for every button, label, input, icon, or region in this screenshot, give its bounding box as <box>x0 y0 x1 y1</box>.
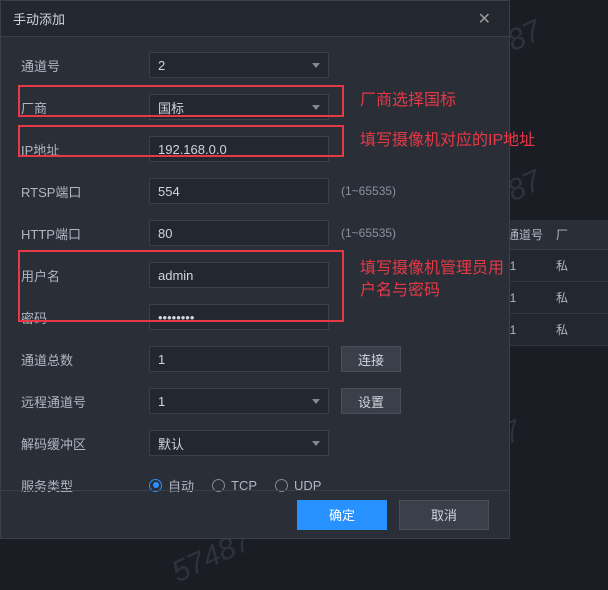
row-http: HTTP端口 (1~65535) <box>21 219 489 247</box>
select-decode-value: 默认 <box>158 434 184 453</box>
label-ip: IP地址 <box>21 140 149 159</box>
input-pass[interactable] <box>149 304 329 330</box>
input-ip[interactable] <box>149 136 329 162</box>
input-rtsp[interactable] <box>149 178 329 204</box>
cancel-button[interactable]: 取消 <box>399 500 489 530</box>
label-user: 用户名 <box>21 266 149 285</box>
input-total[interactable] <box>149 346 329 372</box>
label-decode: 解码缓冲区 <box>21 434 149 453</box>
annotation-ip: 填写摄像机对应的IP地址 <box>360 130 590 152</box>
label-http: HTTP端口 <box>21 224 149 243</box>
dialog-footer: 确定 取消 <box>1 490 509 538</box>
title-bar: 手动添加 ✕ <box>1 1 509 37</box>
input-user[interactable] <box>149 262 329 288</box>
row-pass: 密码 <box>21 303 489 331</box>
annotation-userpass: 填写摄像机管理员用户名与密码 <box>360 258 510 302</box>
select-channel-value: 2 <box>158 58 165 73</box>
close-button[interactable]: ✕ <box>472 7 497 31</box>
label-total: 通道总数 <box>21 350 149 369</box>
hint-http: (1~65535) <box>341 226 396 240</box>
bg-cell: 私 <box>548 257 598 274</box>
ok-button[interactable]: 确定 <box>297 500 387 530</box>
select-decode[interactable]: 默认 <box>149 430 329 456</box>
input-http[interactable] <box>149 220 329 246</box>
row-total: 通道总数 连接 <box>21 345 489 373</box>
settings-button[interactable]: 设置 <box>341 388 401 414</box>
connect-button[interactable]: 连接 <box>341 346 401 372</box>
select-channel[interactable]: 2 <box>149 52 329 78</box>
row-rtsp: RTSP端口 (1~65535) <box>21 177 489 205</box>
row-decode: 解码缓冲区 默认 <box>21 429 489 457</box>
label-pass: 密码 <box>21 308 149 327</box>
row-remote: 远程通道号 1 设置 <box>21 387 489 415</box>
dialog-title: 手动添加 <box>13 9 65 28</box>
select-vendor-value: 国标 <box>158 98 184 117</box>
bg-cell: 私 <box>548 289 598 306</box>
label-remote: 远程通道号 <box>21 392 149 411</box>
select-remote-value: 1 <box>158 394 165 409</box>
label-vendor: 厂商 <box>21 98 149 117</box>
hint-rtsp: (1~65535) <box>341 184 396 198</box>
bg-cell: 私 <box>548 321 598 338</box>
select-remote[interactable]: 1 <box>149 388 329 414</box>
row-channel: 通道号 2 <box>21 51 489 79</box>
bg-header-vendor: 厂 <box>548 226 598 243</box>
label-rtsp: RTSP端口 <box>21 182 149 201</box>
select-vendor[interactable]: 国标 <box>149 94 329 120</box>
annotation-vendor: 厂商选择国标 <box>360 90 456 112</box>
label-channel: 通道号 <box>21 56 149 75</box>
